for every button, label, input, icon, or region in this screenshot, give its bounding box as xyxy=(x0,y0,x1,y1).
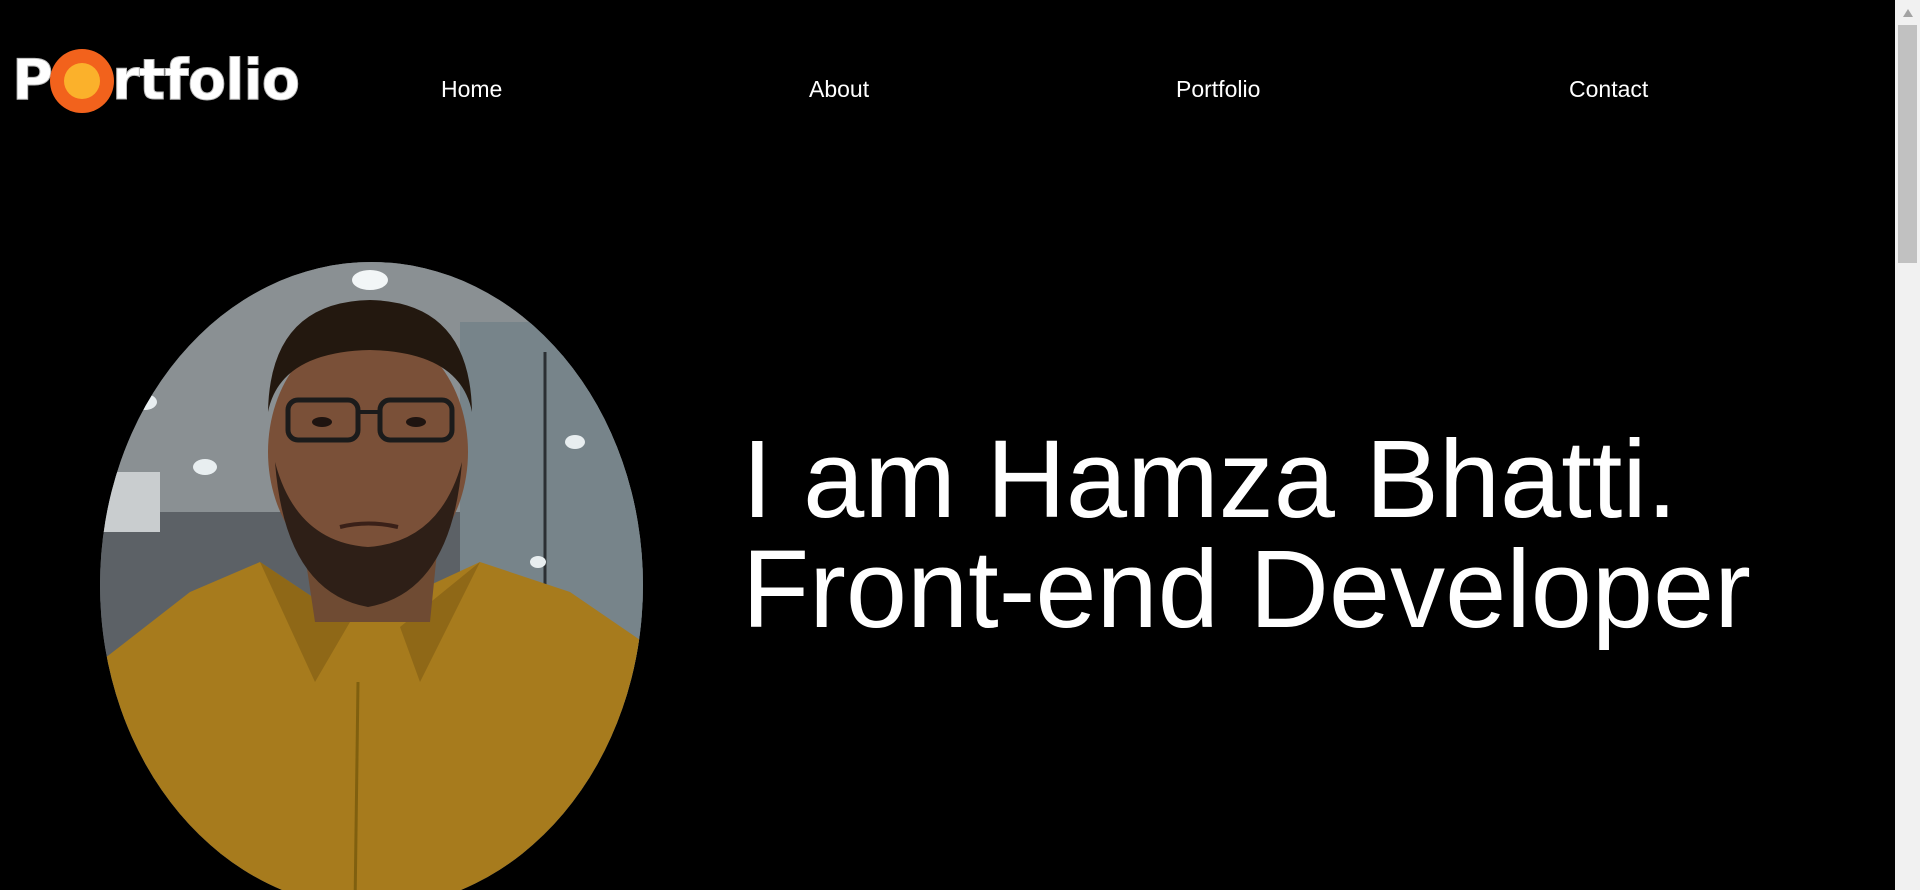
scrollbar-thumb[interactable] xyxy=(1898,25,1917,263)
page: P rtfolio Home About Portfolio Contact I… xyxy=(0,0,1895,890)
logo-o-icon xyxy=(50,49,115,113)
nav-link-portfolio[interactable]: Portfolio xyxy=(1176,76,1260,102)
hero-headline-line-2: Front-end Developer xyxy=(742,528,1751,651)
site-header: P rtfolio Home About Portfolio Contact xyxy=(0,0,1895,170)
hero-headline-line-1: I am Hamza Bhatti. xyxy=(742,418,1678,541)
nav-link-home[interactable]: Home xyxy=(441,76,502,102)
scroll-up-arrow[interactable] xyxy=(1895,0,1920,25)
nav-link-about[interactable]: About xyxy=(809,76,869,102)
hero-headline: I am Hamza Bhatti. Front-end Developer xyxy=(742,425,1751,645)
profile-photo xyxy=(100,262,643,890)
logo-wordmark: P rtfolio xyxy=(11,46,301,116)
triangle-up-icon xyxy=(1902,8,1913,17)
page-scrollbar[interactable] xyxy=(1895,0,1920,890)
portfolio-logo[interactable]: P rtfolio xyxy=(11,46,301,116)
logo-suffix: rtfolio xyxy=(112,48,301,114)
nav-link-contact[interactable]: Contact xyxy=(1569,76,1648,102)
logo-prefix: P xyxy=(11,48,53,114)
